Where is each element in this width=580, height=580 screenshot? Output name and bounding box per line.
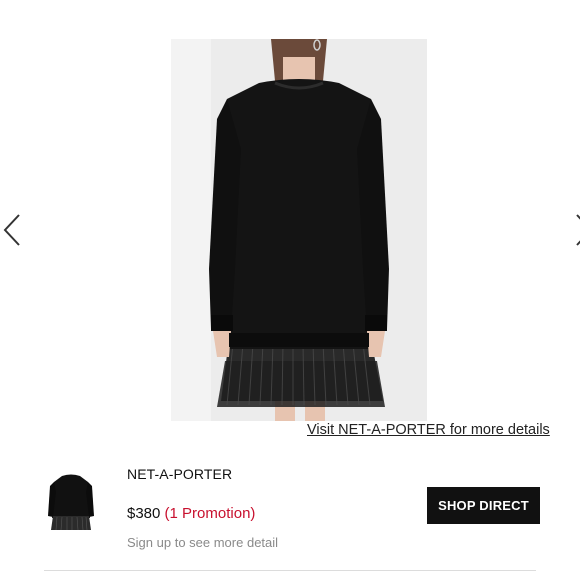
chevron-right-icon: [576, 214, 580, 246]
signup-link[interactable]: Sign up to see more detail: [127, 535, 278, 550]
price-row: $380 (1 Promotion): [127, 505, 255, 522]
carousel-next-button[interactable]: [572, 212, 580, 248]
product-page: Visit NET-A-PORTER for more details NET-…: [0, 0, 580, 580]
product-thumbnail[interactable]: [48, 472, 94, 532]
price: $380: [127, 505, 161, 522]
visit-retailer-link[interactable]: Visit NET-A-PORTER for more details: [307, 422, 550, 438]
promotion-badge[interactable]: (1 Promotion): [165, 505, 256, 522]
divider: [44, 570, 536, 571]
carousel-prev-button[interactable]: [0, 212, 24, 248]
product-image[interactable]: [171, 39, 427, 421]
shop-direct-button[interactable]: SHOP DIRECT: [427, 487, 540, 524]
retailer-name: NET-A-PORTER: [127, 466, 233, 482]
product-photo-illustration: [171, 39, 427, 421]
chevron-left-icon: [3, 214, 20, 246]
product-thumbnail-image: [48, 474, 94, 531]
